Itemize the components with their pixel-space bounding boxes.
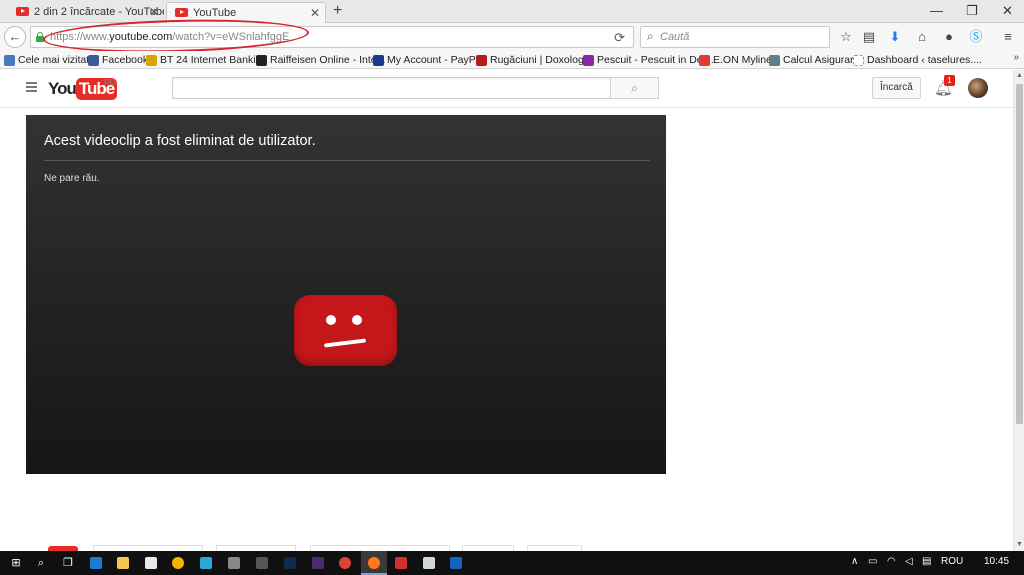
search-icon[interactable]: ⌕ — [33, 555, 49, 571]
battery-icon[interactable]: ▭ — [868, 556, 877, 567]
tab-strip: 2 din 2 încărcate - YouTube ✕ YouTube ✕ … — [0, 0, 1024, 23]
home-icon[interactable]: ⌂ — [913, 28, 931, 46]
language-indicator[interactable]: ROU — [941, 556, 963, 567]
avatar[interactable] — [968, 78, 988, 98]
tab-label: 2 din 2 încărcate - YouTube — [34, 6, 164, 18]
upload-button[interactable]: Încarcă — [872, 77, 921, 99]
emoji-app-icon[interactable] — [170, 555, 186, 571]
clock[interactable]: 10:45 — [984, 556, 1009, 567]
tab-label: YouTube — [193, 7, 237, 19]
close-window-button[interactable]: ✕ — [1002, 3, 1013, 19]
tab-youtube-active[interactable]: YouTube ✕ — [166, 2, 326, 23]
sad-face-icon — [294, 295, 397, 366]
youtube-logo[interactable]: You Tube RO — [48, 78, 118, 100]
bookmark-item[interactable]: Facebook — [88, 53, 148, 67]
scroll-thumb[interactable] — [1016, 84, 1023, 424]
paypal-icon — [373, 55, 384, 66]
app-icon[interactable] — [421, 555, 437, 571]
youtube-masthead: You Tube RO ⌕ Încarcă 🔔︎ 1 — [0, 70, 1013, 108]
dashboard-icon — [853, 55, 864, 66]
reload-icon[interactable]: ⟳ — [614, 30, 625, 46]
bookmark-item[interactable]: Cele mai vizitate — [4, 53, 95, 67]
bookmark-item[interactable]: Rugăciuni | Doxologia — [476, 53, 592, 67]
close-tab-icon[interactable]: ✕ — [310, 3, 320, 23]
bt-bank-icon — [146, 55, 157, 66]
firefox-taskbar-icon[interactable] — [361, 551, 387, 575]
youtube-favicon-icon — [16, 7, 29, 16]
store-icon[interactable] — [143, 555, 159, 571]
bookmark-item[interactable]: Calcul Asigurari — [769, 53, 856, 67]
youtube-favicon-icon — [175, 8, 188, 17]
app-icon[interactable] — [198, 555, 214, 571]
search-placeholder: Caută — [660, 31, 690, 43]
lock-icon — [36, 32, 44, 42]
edge-icon[interactable] — [88, 555, 104, 571]
app-icon[interactable] — [448, 555, 464, 571]
task-view-icon[interactable]: ❐ — [60, 555, 76, 571]
video-player-error: Acest videoclip a fost eliminat de utili… — [26, 115, 666, 474]
error-subtitle: Ne pare rău. — [44, 173, 100, 184]
raiffeisen-icon — [256, 55, 267, 66]
pen-app-icon[interactable] — [254, 555, 270, 571]
error-title: Acest videoclip a fost eliminat de utili… — [44, 133, 316, 149]
action-center-icon[interactable]: ▤ — [922, 556, 931, 567]
chrome-icon[interactable] — [337, 555, 353, 571]
bookmark-item[interactable]: Dashboard ‹ taselures.... — [853, 53, 982, 67]
search-icon: ⌕ — [631, 81, 638, 95]
bookmark-item[interactable]: E.ON Myline — [699, 53, 772, 67]
navigation-toolbar: ← https://www.youtube.com/watch?v=eWSnla… — [0, 16, 1024, 56]
search-icon: ⌕ — [647, 29, 654, 43]
calculator-icon[interactable] — [226, 555, 242, 571]
asigurari-icon — [769, 55, 780, 66]
guide-menu-icon[interactable] — [26, 82, 37, 94]
tray-overflow-icon[interactable]: ∧ — [851, 556, 858, 567]
windows-taskbar: ⊞ ⌕ ❐ ∧ ▭ ◠ ◁ ▤ ROU 10:45 — [0, 551, 1024, 575]
chat-icon[interactable]: ● — [940, 28, 958, 46]
restore-button[interactable]: ❐ — [966, 3, 978, 19]
tab-youtube-uploads[interactable]: 2 din 2 încărcate - YouTube ✕ — [8, 2, 164, 23]
facebook-icon — [88, 55, 99, 66]
download-icon[interactable]: ⬇ — [886, 28, 904, 46]
address-bar[interactable]: https://www.youtube.com/watch?v=eWSnlahf… — [30, 16, 634, 56]
youtube-search-button[interactable]: ⌕ — [610, 77, 659, 99]
url-text[interactable]: https://www.youtube.com/watch?v=eWSnlahf… — [50, 31, 289, 43]
bookmark-item[interactable]: BT 24 Internet Banking — [146, 53, 267, 67]
windows-start-icon[interactable]: ⊞ — [8, 555, 24, 571]
skype-icon[interactable]: Ⓢ — [967, 28, 985, 46]
doxologia-icon — [476, 55, 487, 66]
eon-icon — [699, 55, 710, 66]
bookmark-item[interactable]: Pescuit - Pescuit in Del... — [583, 53, 714, 67]
volume-icon[interactable]: ◁ — [905, 556, 913, 567]
pescuit-icon — [583, 55, 594, 66]
scroll-down-icon[interactable]: ▼ — [1014, 539, 1024, 551]
premiere-icon[interactable] — [310, 555, 326, 571]
bookmark-icon — [4, 55, 15, 66]
page-scrollbar[interactable]: ▲ ▼ — [1013, 70, 1024, 551]
bookmark-item[interactable]: My Account - PayPal — [373, 53, 484, 67]
bookmark-item[interactable]: Raiffeisen Online - Inte... — [256, 53, 385, 67]
wifi-icon[interactable]: ◠ — [887, 556, 896, 567]
notification-count-badge: 1 — [944, 75, 955, 86]
arrow-left-icon: ← — [8, 29, 22, 44]
bookmarks-bar: Cele mai vizitate Facebook BT 24 Interne… — [0, 51, 1024, 69]
back-button[interactable]: ← — [4, 26, 26, 48]
downloader-icon[interactable] — [393, 555, 409, 571]
bookmark-star-icon[interactable]: ☆ — [837, 28, 855, 46]
menu-icon[interactable]: ≡ — [999, 28, 1017, 46]
region-label: RO — [104, 78, 116, 87]
file-explorer-icon[interactable] — [115, 555, 131, 571]
photoshop-icon[interactable] — [282, 555, 298, 571]
search-bar[interactable]: ⌕ Caută — [640, 26, 830, 48]
close-tab-icon[interactable]: ✕ — [149, 2, 159, 22]
reading-list-icon[interactable]: ▤ — [860, 28, 878, 46]
minimize-button[interactable]: — — [930, 3, 943, 19]
youtube-search-input[interactable] — [172, 77, 610, 99]
bookmarks-overflow-icon[interactable]: » — [1013, 52, 1019, 63]
divider — [44, 160, 650, 161]
scroll-up-icon[interactable]: ▲ — [1014, 70, 1024, 82]
new-tab-button[interactable]: + — [333, 2, 342, 20]
